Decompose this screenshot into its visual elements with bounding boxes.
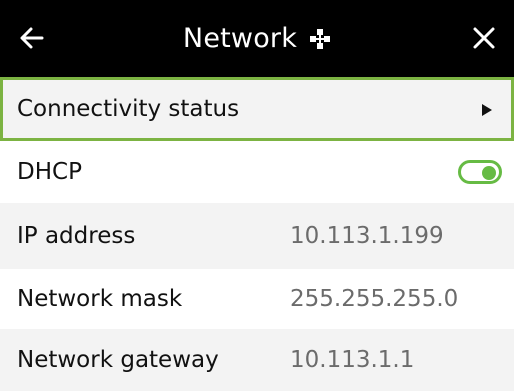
connectivity-status-label: Connectivity status bbox=[17, 96, 240, 122]
network-settings-screen: Network Connectivity status DHCP IP addr… bbox=[0, 0, 514, 391]
close-icon[interactable] bbox=[466, 20, 502, 56]
triangle-right-icon bbox=[482, 104, 492, 116]
network-nodes-icon bbox=[310, 28, 331, 49]
network-mask-label: Network mask bbox=[17, 286, 183, 312]
ip-address-item: IP address 10.113.1.199 bbox=[0, 203, 514, 269]
header-bar: Network bbox=[0, 0, 514, 77]
dhcp-label: DHCP bbox=[17, 159, 82, 185]
connectivity-status-item[interactable]: Connectivity status bbox=[0, 77, 514, 141]
title-container: Network bbox=[0, 0, 514, 77]
toggle-knob bbox=[482, 166, 496, 180]
ip-address-label: IP address bbox=[17, 223, 136, 249]
network-gateway-label: Network gateway bbox=[17, 347, 219, 373]
dhcp-toggle[interactable] bbox=[458, 160, 502, 184]
dhcp-item: DHCP bbox=[0, 141, 514, 203]
network-mask-value: 255.255.255.0 bbox=[290, 286, 459, 312]
network-mask-item: Network mask 255.255.255.0 bbox=[0, 269, 514, 329]
network-gateway-value: 10.113.1.1 bbox=[290, 347, 415, 373]
ip-address-value: 10.113.1.199 bbox=[290, 223, 444, 249]
page-title: Network bbox=[182, 23, 298, 54]
network-gateway-item: Network gateway 10.113.1.1 bbox=[0, 329, 514, 391]
